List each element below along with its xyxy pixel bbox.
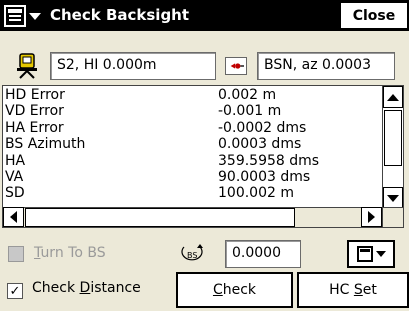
result-value: 359.5958 dms [218, 152, 320, 169]
vertical-scrollbar[interactable] [382, 86, 403, 210]
list-item[interactable]: HD Error 0.002 m [5, 87, 381, 103]
check-distance-checkbox[interactable]: ✓ [7, 283, 23, 299]
title-bar: Check Backsight Close [0, 0, 409, 31]
list-item[interactable]: HA Error -0.0002 dms [5, 120, 381, 136]
arrow-left-icon [10, 211, 17, 223]
results-list[interactable]: HD Error 0.002 m VD Error -0.001 m HA Error -… [2, 85, 404, 228]
list-item[interactable]: BS Azimuth 0.0003 dms [5, 136, 381, 152]
list-item[interactable]: HA 359.5958 dms [5, 153, 381, 169]
result-value: -0.0002 dms [218, 119, 307, 136]
total-station-icon [17, 53, 37, 79]
result-value: 0.0003 dms [218, 136, 302, 153]
angle-options-button[interactable] [347, 240, 395, 268]
result-key: VD Error [5, 103, 64, 120]
check-distance-label: Check Distance [32, 280, 141, 296]
turn-to-bs-row: Turn To BS BS 0.0000 [0, 240, 409, 270]
menu-icon [4, 5, 26, 27]
station-row: S2, HI 0.000m BSN, az 0.0003 [0, 52, 409, 82]
results-rows: HD Error 0.002 m VD Error -0.001 m HA Error -… [5, 87, 381, 210]
result-value: 90.0003 dms [218, 168, 311, 185]
angle-field[interactable]: 0.0000 [225, 240, 301, 268]
result-key: HD Error [5, 87, 65, 103]
svg-text:BS: BS [187, 251, 197, 260]
horizontal-scroll-thumb[interactable] [25, 208, 295, 227]
scrollbar-corner [382, 207, 403, 227]
scroll-left-button[interactable] [3, 207, 24, 227]
result-key: HA Error [5, 119, 64, 136]
check-button[interactable]: Check [176, 272, 293, 308]
result-key: BS Azimuth [5, 136, 86, 153]
arrow-down-icon [387, 194, 399, 202]
horizontal-scrollbar[interactable] [3, 207, 383, 227]
vertical-scroll-thumb[interactable] [384, 110, 402, 166]
result-value: 100.002 m [218, 185, 294, 202]
arrow-up-icon [387, 93, 399, 101]
list-item[interactable]: VD Error -0.001 m [5, 103, 381, 119]
list-item[interactable]: SD 100.002 m [5, 185, 381, 201]
scroll-down-button[interactable] [383, 187, 403, 209]
scroll-up-button[interactable] [383, 86, 403, 108]
window-menu-button[interactable] [4, 4, 44, 28]
station-field[interactable]: S2, HI 0.000m [50, 52, 216, 80]
backsight-angle-icon: BS [181, 244, 203, 261]
result-key: SD [5, 185, 25, 202]
result-value: -0.001 m [218, 103, 282, 120]
scroll-right-button[interactable] [361, 207, 382, 227]
target-icon[interactable] [225, 57, 247, 75]
list-item[interactable]: VA 90.0003 dms [5, 169, 381, 185]
chevron-down-icon [375, 251, 386, 257]
turn-to-bs-label: Turn To BS [34, 245, 106, 261]
menu-icon [356, 246, 373, 262]
hc-set-button[interactable]: HC Set [297, 272, 409, 308]
check-distance-row: ✓ Check Distance Check HC Set [0, 272, 409, 310]
backsight-field[interactable]: BSN, az 0.0003 [257, 52, 395, 80]
result-value: 0.002 m [218, 87, 277, 103]
arrow-right-icon [368, 211, 375, 223]
close-button[interactable]: Close [339, 1, 409, 30]
result-key: VA [5, 168, 24, 185]
result-key: HA [5, 152, 26, 169]
chevron-down-icon [29, 12, 41, 20]
turn-to-bs-checkbox[interactable] [8, 246, 24, 262]
window-title: Check Backsight [50, 6, 190, 24]
